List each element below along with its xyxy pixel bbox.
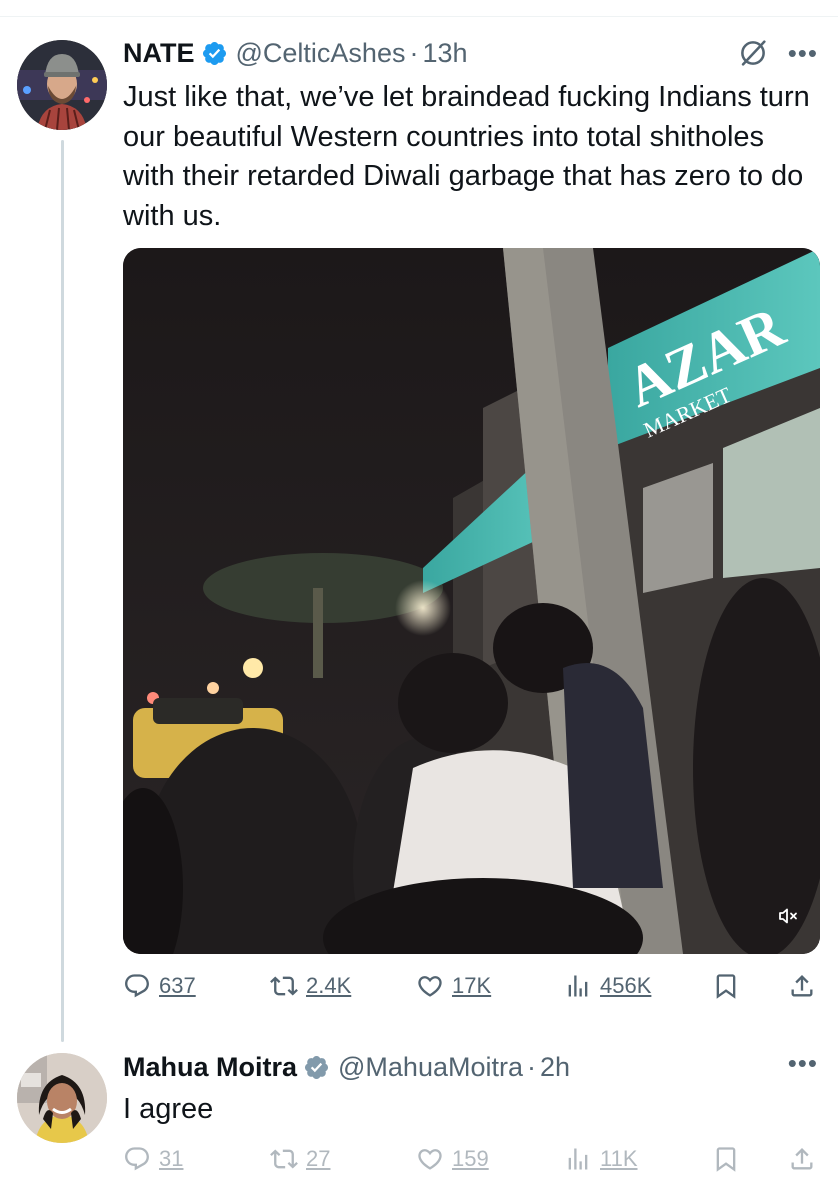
- repost-button[interactable]: 2.4K: [270, 966, 351, 1006]
- reply-button[interactable]: 637: [123, 966, 196, 1006]
- views-count: 11K: [600, 1146, 638, 1171]
- reply-icon: [125, 1147, 149, 1171]
- mute-button[interactable]: [770, 898, 806, 934]
- bookmark-icon: [716, 1147, 736, 1172]
- share-button[interactable]: [788, 966, 816, 1006]
- reply-timestamp[interactable]: 2h: [540, 1052, 570, 1083]
- grok-icon[interactable]: [736, 36, 770, 70]
- mute-icon: [779, 908, 797, 924]
- reply-author-handle[interactable]: @MahuaMoitra: [338, 1052, 523, 1083]
- views-icon: [568, 1148, 588, 1170]
- share-icon: [791, 975, 813, 997]
- reply-count: 637: [159, 973, 196, 998]
- reply-count: 31: [159, 1146, 184, 1171]
- video-frame-image: AZAR MARKET: [123, 248, 820, 954]
- author-handle[interactable]: @CelticAshes: [236, 38, 406, 69]
- like-button[interactable]: 17K: [416, 966, 491, 1006]
- avatar[interactable]: [17, 40, 107, 130]
- like-button[interactable]: 159: [416, 1139, 489, 1179]
- repost-count: 27: [306, 1146, 331, 1171]
- reply-action-bar: 31 27 159 11K: [123, 1139, 823, 1179]
- like-count: 17K: [452, 973, 492, 998]
- tweet-body-text: Just like that, we’ve let braindead fuck…: [123, 81, 810, 232]
- bookmark-button[interactable]: [712, 1139, 740, 1179]
- reply-author-name[interactable]: Mahua Moitra: [123, 1052, 297, 1083]
- like-count: 159: [452, 1146, 489, 1171]
- verified-badge-icon: [202, 41, 226, 65]
- separator-dot: ·: [527, 1051, 536, 1082]
- reply-avatar[interactable]: [17, 1053, 107, 1143]
- views-icon: [568, 975, 588, 997]
- author-name[interactable]: NATE: [123, 38, 195, 69]
- like-icon: [418, 976, 442, 997]
- reply-icon: [125, 974, 149, 998]
- tweet-action-bar: 637 2.4K 17K 456K: [123, 966, 823, 1006]
- bookmark-button[interactable]: [712, 966, 740, 1006]
- more-icon[interactable]: •••: [788, 1050, 818, 1076]
- tweet-header-actions: •••: [736, 36, 818, 70]
- share-icon: [791, 1148, 813, 1170]
- share-button[interactable]: [788, 1139, 816, 1179]
- thread-connector-line: [61, 140, 64, 1042]
- repost-icon: [270, 1149, 298, 1169]
- bookmark-icon: [716, 974, 736, 999]
- like-icon: [418, 1149, 442, 1170]
- timestamp[interactable]: 13h: [422, 38, 467, 69]
- reply-body-text: I agree: [123, 1093, 214, 1125]
- separator-dot: ·: [409, 37, 419, 68]
- verified-badge-icon: [304, 1055, 329, 1079]
- more-icon[interactable]: •••: [788, 40, 818, 66]
- tweet-header: NATE @CelticAshes · 13h: [123, 33, 468, 73]
- tweet-video[interactable]: AZAR MARKET: [123, 248, 820, 954]
- reply-header: Mahua Moitra @MahuaMoitra · 2h: [123, 1047, 570, 1087]
- repost-icon: [270, 976, 298, 996]
- repost-count: 2.4K: [306, 973, 352, 998]
- top-divider: [0, 16, 838, 17]
- views-button[interactable]: 11K: [564, 1139, 638, 1179]
- repost-button[interactable]: 27: [270, 1139, 330, 1179]
- reply-button[interactable]: 31: [123, 1139, 183, 1179]
- views-count: 456K: [600, 973, 652, 998]
- views-button[interactable]: 456K: [564, 966, 651, 1006]
